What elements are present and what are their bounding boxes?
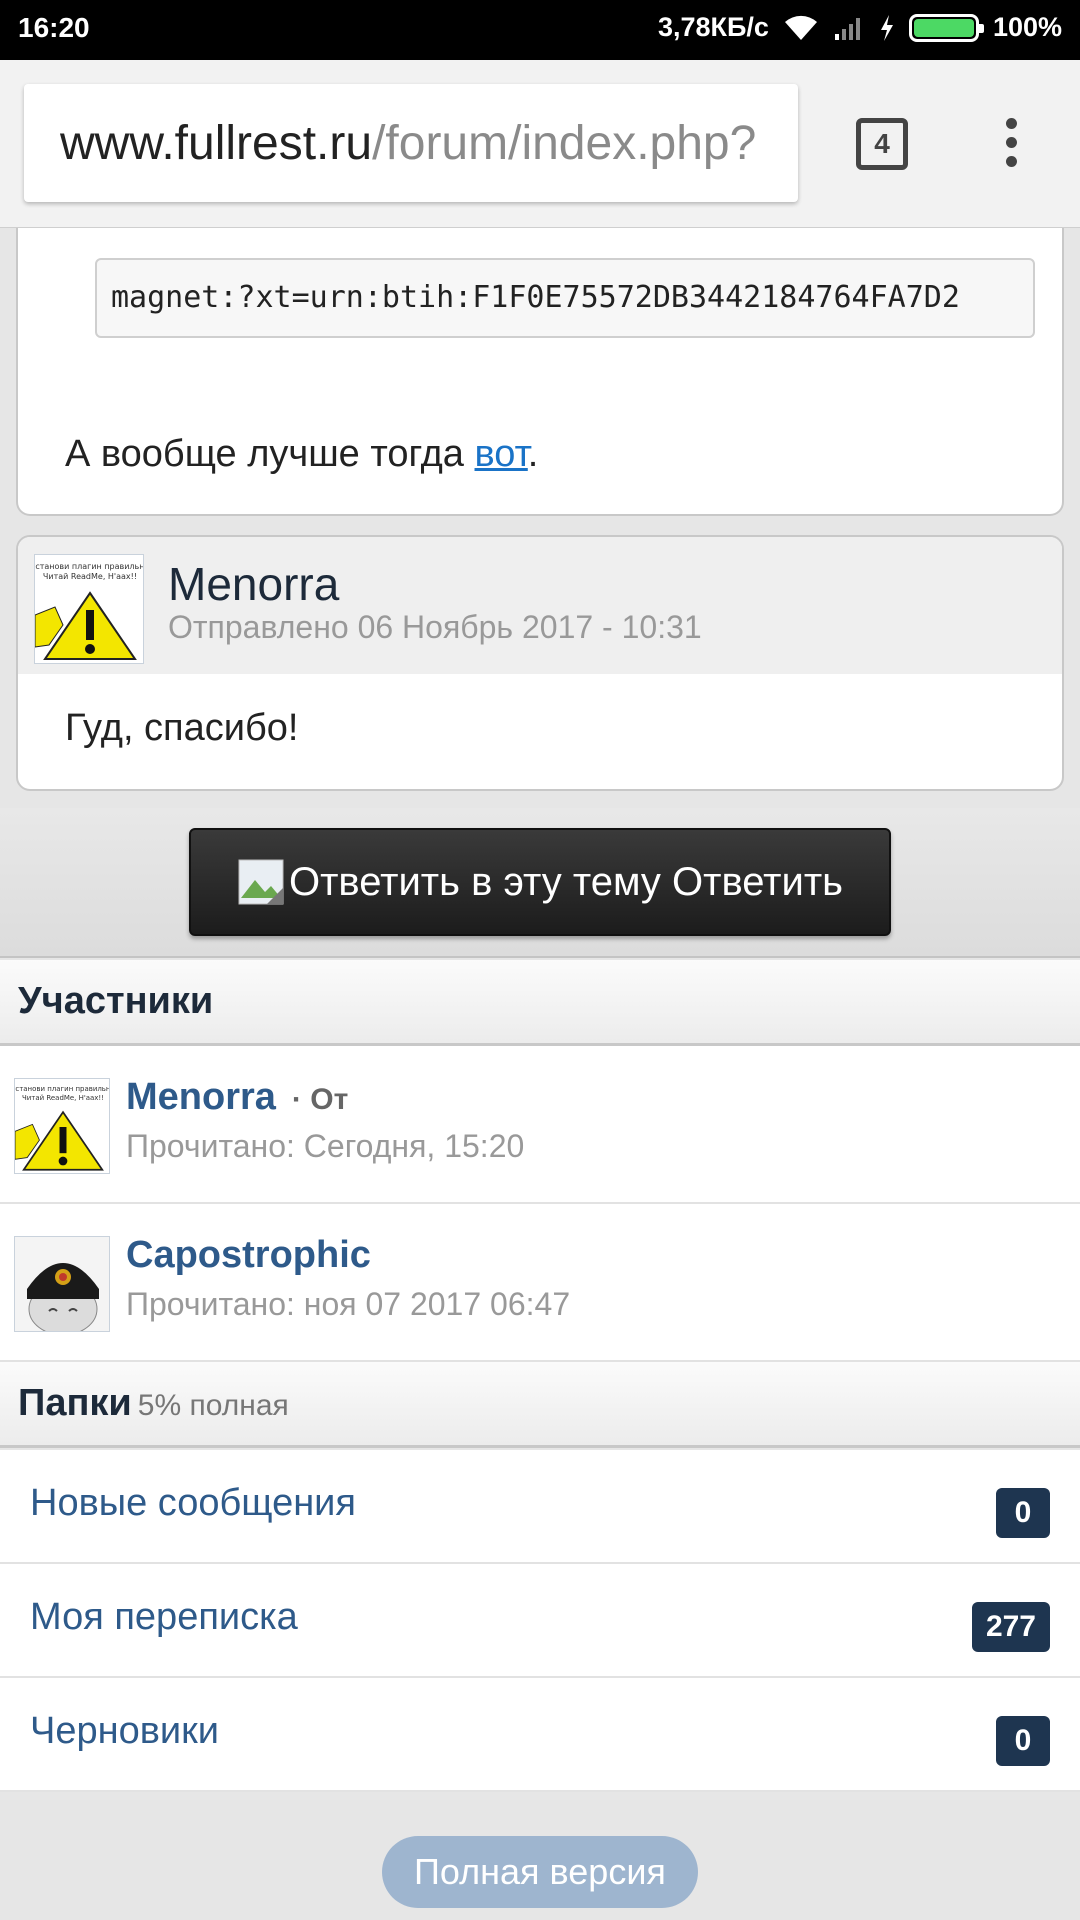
broken-image-icon <box>238 859 284 905</box>
post-body: Гуд, спасибо! <box>65 707 299 749</box>
signal-icon <box>834 17 860 40</box>
folders-usage: 5% полная <box>137 1389 289 1422</box>
post-date: Отправлено 06 Ноябрь 2017 - 10:31 <box>168 609 702 645</box>
svg-text:Читай ReadMe, H'aax!!: Читай ReadMe, H'aax!! <box>43 572 137 581</box>
member-name[interactable]: Menorra · От <box>126 1076 348 1119</box>
battery-percent: 100% <box>992 12 1062 42</box>
count-badge: 0 <box>996 1716 1050 1766</box>
overflow-menu-icon[interactable] <box>1000 118 1022 172</box>
ushanka-avatar-icon <box>15 1237 109 1331</box>
participants-header: Участники <box>0 960 1080 1046</box>
post-author[interactable]: Menorra <box>168 557 339 611</box>
list-item[interactable]: установи плагин правильно Читай ReadMe, … <box>0 1046 1080 1204</box>
avatar[interactable] <box>14 1236 110 1332</box>
folder-my-conversations[interactable]: Моя переписка 277 <box>0 1564 1080 1678</box>
avatar[interactable]: установи плагин правильно Читай ReadMe, … <box>34 554 144 664</box>
post-text: А вообще лучше тогда вот. <box>65 433 539 475</box>
participants-title: Участники <box>18 980 214 1022</box>
folder-new-messages[interactable]: Новые сообщения 0 <box>0 1450 1080 1564</box>
charging-icon <box>880 14 893 41</box>
count-badge: 0 <box>996 1488 1050 1538</box>
post-header: установи плагин правильно Читай ReadMe, … <box>18 537 1062 674</box>
folder-label: Моя переписка <box>30 1596 298 1638</box>
tab-switcher-button[interactable]: 4 <box>856 118 908 170</box>
status-bar: 16:20 3,78КБ/с 100% <box>0 0 1080 60</box>
browser-toolbar: www.fullrest.ru/forum/index.php? 4 <box>0 60 1080 228</box>
post-link[interactable]: вот <box>475 433 528 475</box>
warning-avatar-icon: установи плагин правильно Читай ReadMe, … <box>35 562 144 660</box>
member-status: · От <box>291 1083 349 1116</box>
folder-label: Черновики <box>30 1710 219 1752</box>
folder-label: Новые сообщения <box>30 1482 356 1524</box>
clock: 16:20 <box>18 12 90 43</box>
member-read-time: Прочитано: Сегодня, 15:20 <box>126 1128 525 1164</box>
count-badge: 277 <box>971 1602 1050 1652</box>
svg-text:установи плагин правильно: установи плагин правильно <box>15 1085 110 1093</box>
member-name[interactable]: Capostrophic <box>126 1234 371 1277</box>
warning-avatar-icon: установи плагин правильно Читай ReadMe, … <box>15 1085 110 1171</box>
magnet-code-block[interactable]: magnet:?xt=urn:btih:F1F0E75572DB34421847… <box>95 258 1035 338</box>
avatar[interactable]: установи плагин правильно Читай ReadMe, … <box>14 1078 110 1174</box>
folder-drafts[interactable]: Черновики 0 <box>0 1678 1080 1792</box>
reply-button[interactable]: Ответить в эту тему Ответить <box>189 828 891 936</box>
full-version-button[interactable]: Полная версия <box>382 1836 698 1908</box>
list-item[interactable]: Capostrophic Прочитано: ноя 07 2017 06:4… <box>0 1204 1080 1362</box>
network-speed: 3,78КБ/с <box>657 12 769 42</box>
folders-title: Папки <box>18 1382 132 1424</box>
address-bar[interactable]: www.fullrest.ru/forum/index.php? <box>24 84 798 202</box>
battery-icon <box>908 13 984 42</box>
previous-post: magnet:?xt=urn:btih:F1F0E75572DB34421847… <box>16 228 1064 516</box>
svg-text:установи плагин правильно: установи плагин правильно <box>35 562 144 571</box>
wifi-icon <box>784 15 817 40</box>
url-path: /forum/index.php? <box>372 117 757 170</box>
forum-post: установи плагин правильно Читай ReadMe, … <box>16 535 1064 791</box>
member-read-time: Прочитано: ноя 07 2017 06:47 <box>126 1286 571 1322</box>
reply-bar: Ответить в эту тему Ответить <box>0 808 1080 958</box>
folders-header: Папки 5% полная <box>0 1362 1080 1448</box>
svg-text:Читай ReadMe, H'aax!!: Читай ReadMe, H'aax!! <box>22 1094 104 1102</box>
reply-label: Ответить в эту тему Ответить <box>288 859 844 904</box>
url-host: www.fullrest.ru <box>60 117 373 170</box>
